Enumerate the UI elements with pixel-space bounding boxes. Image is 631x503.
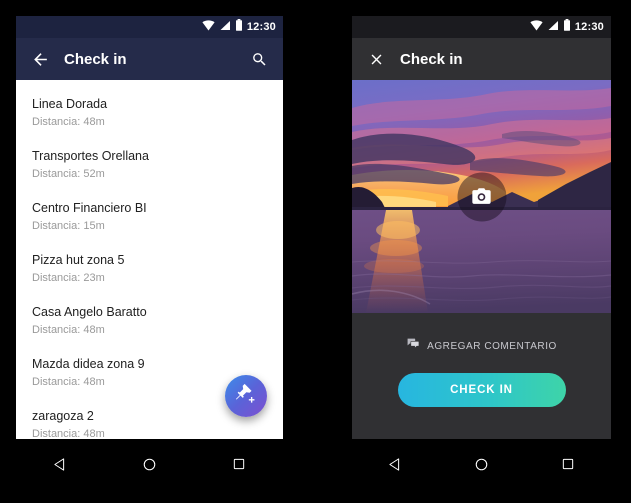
place-distance: Distancia: 48m: [32, 116, 105, 128]
wifi-icon: [202, 18, 215, 36]
wifi-icon: [530, 18, 543, 36]
place-name: Centro Financiero BI: [32, 201, 147, 215]
status-time-left: 12:30: [246, 21, 276, 33]
nav-bar-right: [352, 442, 611, 486]
place-distance: Distancia: 23m: [32, 272, 105, 284]
place-name: Linea Dorada: [32, 97, 108, 111]
recents-square-icon[interactable]: [548, 444, 588, 484]
place-name: Casa Angelo Baratto: [32, 305, 147, 319]
battery-icon: [235, 18, 243, 36]
close-icon[interactable]: [362, 45, 390, 73]
battery-icon: [563, 18, 571, 36]
search-icon[interactable]: [245, 45, 273, 73]
page-title-right: Check in: [400, 50, 463, 68]
list-item[interactable]: Transportes Orellana Distancia: 52m: [16, 140, 283, 192]
nav-bar-left: [16, 442, 283, 486]
sunset-lake-photo: [352, 80, 611, 313]
home-circle-icon[interactable]: [130, 444, 170, 484]
add-comment-label: AGREGAR COMENTARIO: [427, 340, 557, 352]
app-bar-left: Check in: [16, 38, 283, 80]
list-item[interactable]: Casa Angelo Baratto Distancia: 48m: [16, 296, 283, 348]
signal-icon: [547, 18, 559, 36]
place-distance: Distancia: 15m: [32, 220, 105, 232]
place-distance: Distancia: 48m: [32, 324, 105, 336]
check-in-button[interactable]: CHECK IN: [397, 373, 566, 407]
status-bar-right: 12:30: [352, 16, 611, 38]
list-item[interactable]: Pizza hut zona 5 Distancia: 23m: [16, 244, 283, 296]
place-name: Transportes Orellana: [32, 149, 149, 163]
status-time-right: 12:30: [574, 21, 604, 33]
back-triangle-icon[interactable]: [375, 444, 415, 484]
phone-left: 12:30 Check in Linea Dorada Distancia: 4…: [16, 16, 283, 439]
screenshot-stage: 12:30 Check in Linea Dorada Distancia: 4…: [0, 0, 631, 503]
place-name: Pizza hut zona 5: [32, 253, 125, 267]
camera-icon: [471, 186, 493, 208]
place-distance: Distancia: 52m: [32, 168, 105, 180]
place-distance: Distancia: 48m: [32, 428, 105, 439]
add-pin-icon: [235, 383, 257, 410]
home-circle-icon[interactable]: [461, 444, 501, 484]
list-item[interactable]: Centro Financiero BI Distancia: 15m: [16, 192, 283, 244]
status-bar-left: 12:30: [16, 16, 283, 38]
places-list[interactable]: Linea Dorada Distancia: 48m Transportes …: [16, 80, 283, 439]
phone-right: 12:30 Check in AGREGAR COMENTARIO CHECK …: [352, 16, 611, 439]
list-item[interactable]: Linea Dorada Distancia: 48m: [16, 88, 283, 140]
recents-square-icon[interactable]: [219, 444, 259, 484]
camera-button[interactable]: [457, 172, 506, 221]
checkin-panel: AGREGAR COMENTARIO CHECK IN: [352, 313, 611, 439]
app-bar-right: Check in: [352, 38, 611, 80]
page-title-left: Check in: [64, 50, 127, 68]
forum-icon: [406, 337, 420, 355]
signal-icon: [219, 18, 231, 36]
add-pin-fab[interactable]: [225, 375, 267, 417]
back-triangle-icon[interactable]: [41, 444, 81, 484]
add-comment-button[interactable]: AGREGAR COMENTARIO: [406, 337, 557, 355]
back-arrow-icon[interactable]: [26, 45, 54, 73]
place-name: Mazda didea zona 9: [32, 357, 145, 371]
